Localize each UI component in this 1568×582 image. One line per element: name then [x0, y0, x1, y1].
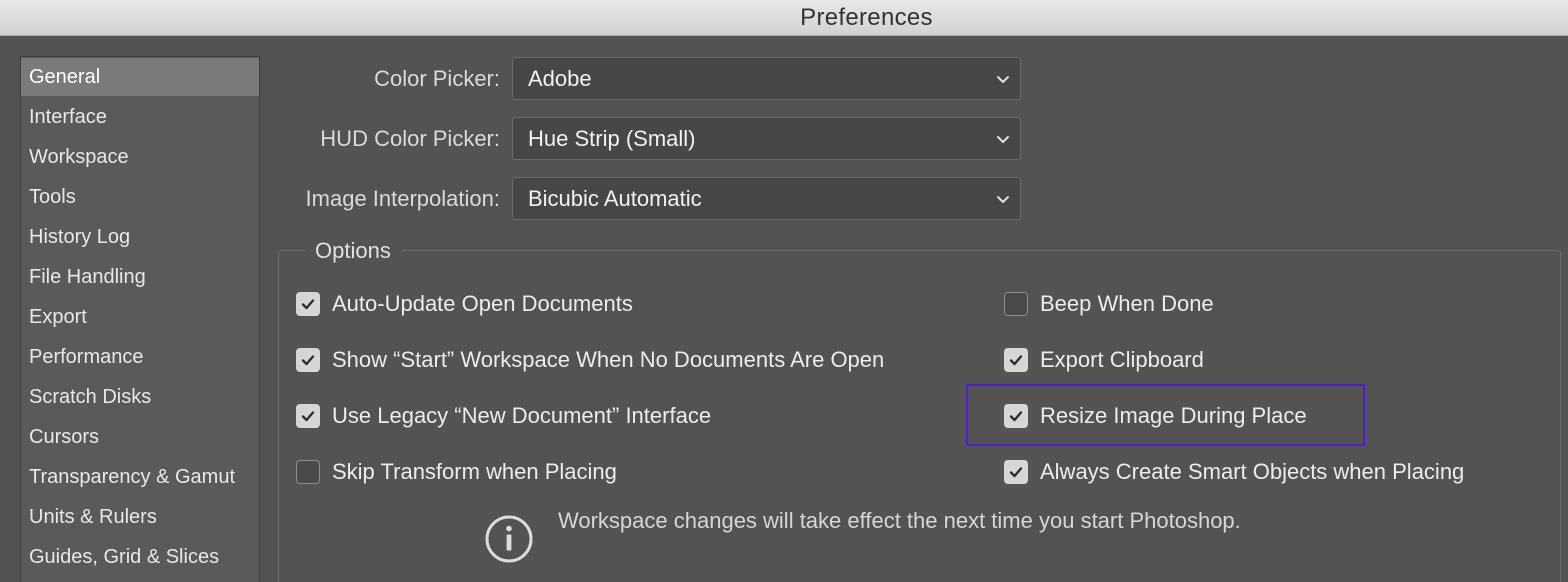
info-icon [485, 515, 533, 563]
sidebar-item-cursors[interactable]: Cursors [21, 418, 259, 456]
sidebar-item-workspace[interactable]: Workspace [21, 138, 259, 176]
hud-color-picker-value: Hue Strip (Small) [528, 125, 696, 151]
image-interpolation-select[interactable]: Bicubic Automatic [512, 177, 1021, 220]
color-picker-value: Adobe [528, 65, 592, 91]
checkbox-checked[interactable] [296, 348, 320, 372]
sidebar-item-history-log[interactable]: History Log [21, 218, 259, 256]
option-label: Use Legacy “New Document” Interface [332, 403, 712, 428]
option-label: Beep When Done [1040, 291, 1214, 316]
window-title: Preferences [800, 3, 933, 31]
always-create-smart-objects-option[interactable]: Always Create Smart Objects when Placing [1004, 456, 1464, 488]
color-picker-select[interactable]: Adobe [512, 57, 1021, 100]
option-label: Auto-Update Open Documents [332, 291, 633, 316]
highlight-box [966, 384, 1365, 446]
chevron-down-icon [997, 136, 1009, 143]
checkbox-checked[interactable] [296, 404, 320, 428]
checkmark-icon [1009, 467, 1023, 478]
chevron-down-icon [997, 76, 1009, 83]
checkbox-unchecked[interactable] [1004, 292, 1028, 316]
skip-transform-option[interactable]: Skip Transform when Placing [296, 456, 617, 488]
checkmark-icon [1009, 355, 1023, 366]
sidebar-item-guides-grid-slices[interactable]: Guides, Grid & Slices [21, 538, 259, 576]
sidebar-item-performance[interactable]: Performance [21, 338, 259, 376]
option-label: Skip Transform when Placing [332, 459, 617, 484]
image-interpolation-label: Image Interpolation: [305, 186, 500, 211]
auto-update-open-documents-option[interactable]: Auto-Update Open Documents [296, 288, 633, 320]
checkmark-icon [301, 299, 315, 310]
preferences-sidebar: General Interface Workspace Tools Histor… [20, 56, 260, 582]
checkbox-checked[interactable] [1004, 348, 1028, 372]
sidebar-item-scratch-disks[interactable]: Scratch Disks [21, 378, 259, 416]
show-start-workspace-option[interactable]: Show “Start” Workspace When No Documents… [296, 344, 884, 376]
beep-when-done-option[interactable]: Beep When Done [1004, 288, 1214, 320]
options-legend: Options [305, 238, 401, 264]
checkbox-checked[interactable] [1004, 460, 1028, 484]
export-clipboard-option[interactable]: Export Clipboard [1004, 344, 1204, 376]
option-label: Always Create Smart Objects when Placing [1040, 459, 1465, 484]
image-interpolation-value: Bicubic Automatic [528, 185, 702, 211]
use-legacy-new-document-option[interactable]: Use Legacy “New Document” Interface [296, 400, 711, 432]
sidebar-item-file-handling[interactable]: File Handling [21, 258, 259, 296]
info-message: Workspace changes will take effect the n… [558, 508, 1241, 533]
hud-color-picker-select[interactable]: Hue Strip (Small) [512, 117, 1021, 160]
option-label: Export Clipboard [1040, 347, 1204, 372]
sidebar-item-general[interactable]: General [21, 58, 259, 96]
checkmark-icon [301, 355, 315, 366]
window-titlebar: Preferences [0, 0, 1568, 36]
checkbox-unchecked[interactable] [296, 460, 320, 484]
checkbox-checked[interactable] [296, 292, 320, 316]
checkmark-icon [301, 411, 315, 422]
sidebar-item-units-rulers[interactable]: Units & Rulers [21, 498, 259, 536]
color-picker-label: Color Picker: [374, 66, 500, 91]
sidebar-item-tools[interactable]: Tools [21, 178, 259, 216]
sidebar-item-export[interactable]: Export [21, 298, 259, 336]
sidebar-item-transparency-gamut[interactable]: Transparency & Gamut [21, 458, 259, 496]
option-label: Show “Start” Workspace When No Documents… [332, 347, 885, 372]
chevron-down-icon [997, 196, 1009, 203]
sidebar-item-interface[interactable]: Interface [21, 98, 259, 136]
hud-color-picker-label: HUD Color Picker: [320, 126, 500, 151]
